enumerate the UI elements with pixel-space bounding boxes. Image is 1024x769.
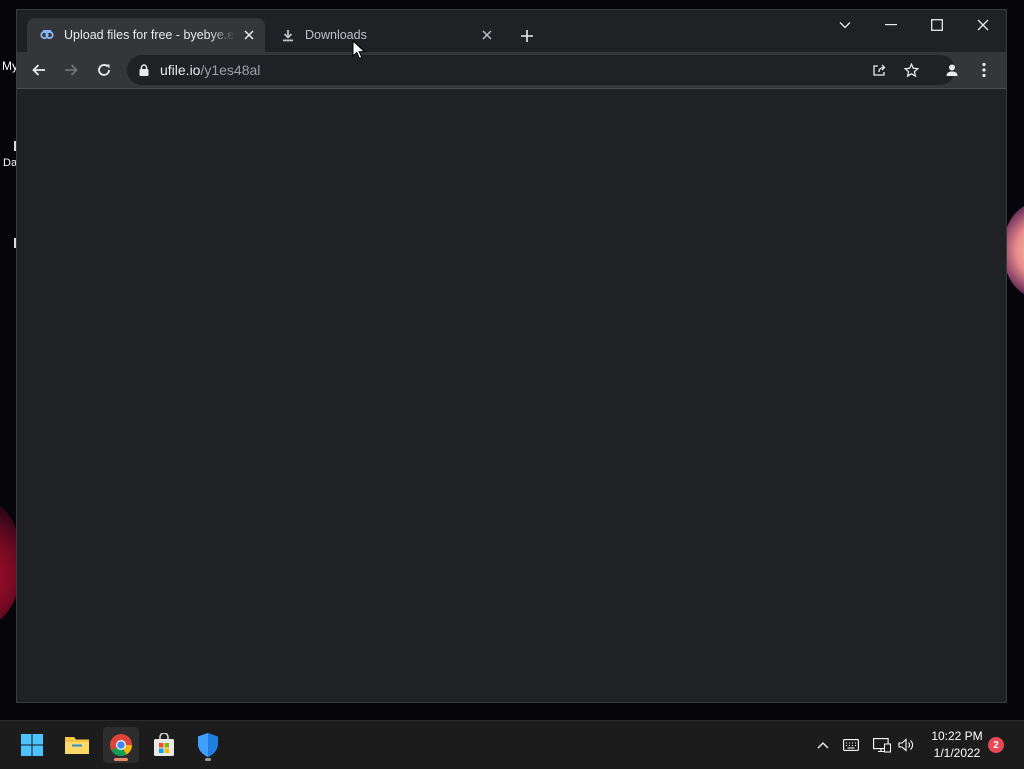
minimize-icon xyxy=(885,24,897,26)
arrow-left-icon xyxy=(32,64,45,76)
notification-badge[interactable]: 2 xyxy=(988,737,1004,753)
maximize-icon xyxy=(931,19,943,31)
url-host: ufile.io xyxy=(160,62,201,78)
tab-title: Downloads xyxy=(305,28,367,42)
wallpaper-accent-right xyxy=(1005,200,1024,300)
tab-upload[interactable]: Upload files for free - byebye.exe xyxy=(27,18,265,52)
shield-icon xyxy=(198,733,218,757)
start-button[interactable] xyxy=(14,727,50,763)
network-button[interactable] xyxy=(871,735,893,755)
lock-icon[interactable] xyxy=(137,63,151,77)
tab-downloads[interactable]: Downloads xyxy=(270,18,503,52)
tab-title: Upload files for free - byebye.exe xyxy=(64,28,235,42)
page-content[interactable] xyxy=(17,89,1006,702)
show-hidden-icons-button[interactable] xyxy=(812,735,834,755)
reload-button[interactable] xyxy=(90,56,118,84)
menu-button[interactable] xyxy=(970,56,998,84)
url-path: /y1es48al xyxy=(200,62,261,78)
keyboard-icon xyxy=(843,739,859,751)
mouse-cursor-icon xyxy=(352,40,366,60)
security-button[interactable] xyxy=(190,727,226,763)
download-icon xyxy=(280,27,296,43)
store-icon xyxy=(154,733,174,756)
bookmark-button[interactable] xyxy=(900,59,922,81)
plus-icon xyxy=(521,30,533,42)
keyboard-button[interactable] xyxy=(840,735,862,755)
forward-button[interactable] xyxy=(57,56,85,84)
maximize-button[interactable] xyxy=(915,10,959,40)
volume-button[interactable] xyxy=(895,735,917,755)
desktop-icon-label-1[interactable]: My xyxy=(2,59,18,73)
browser-window: Upload files for free - byebye.exe Downl… xyxy=(17,10,1006,702)
speaker-icon xyxy=(898,738,913,752)
back-button[interactable] xyxy=(25,56,53,84)
network-icon xyxy=(873,738,891,753)
clock-time: 10:22 PM xyxy=(931,729,983,743)
active-indicator xyxy=(114,758,128,761)
windows-start-icon xyxy=(21,734,43,756)
profile-button[interactable] xyxy=(938,56,966,84)
close-window-button[interactable] xyxy=(961,10,1005,40)
ufile-favicon-icon xyxy=(39,27,55,43)
chevron-up-icon xyxy=(817,742,829,749)
taskbar: 10:22 PM 1/1/2022 2 xyxy=(0,720,1024,769)
share-button[interactable] xyxy=(868,59,890,81)
browser-toolbar: ufile.io/y1es48al xyxy=(17,52,1006,89)
url-text[interactable]: ufile.io/y1es48al xyxy=(160,62,260,78)
clock-date: 1/1/2022 xyxy=(933,746,981,760)
file-explorer-button[interactable] xyxy=(59,727,95,763)
folder-icon xyxy=(65,737,89,754)
address-bar[interactable]: ufile.io/y1es48al xyxy=(127,55,955,85)
new-tab-button[interactable] xyxy=(515,24,539,48)
wallpaper-accent-left xyxy=(0,495,18,630)
running-indicator xyxy=(205,758,211,761)
chrome-taskbar-button[interactable] xyxy=(103,727,139,763)
chrome-icon xyxy=(110,734,132,756)
clock[interactable]: 10:22 PM 1/1/2022 xyxy=(926,728,988,762)
tab-strip: Upload files for free - byebye.exe Downl… xyxy=(17,10,1006,52)
close-tab-icon[interactable] xyxy=(239,25,259,45)
desktop-icon-label-2[interactable]: Da xyxy=(3,157,17,169)
profile-icon xyxy=(946,64,958,76)
arrow-right-icon xyxy=(65,64,78,76)
close-tab-icon[interactable] xyxy=(477,25,497,45)
store-button[interactable] xyxy=(146,727,182,763)
reload-icon xyxy=(98,64,110,76)
chevron-down-icon xyxy=(839,22,851,29)
minimize-button[interactable] xyxy=(869,10,913,40)
star-icon xyxy=(903,62,919,77)
more-vertical-icon xyxy=(982,62,986,78)
tab-search-button[interactable] xyxy=(823,10,867,40)
share-icon xyxy=(872,64,885,76)
close-icon xyxy=(977,19,989,31)
